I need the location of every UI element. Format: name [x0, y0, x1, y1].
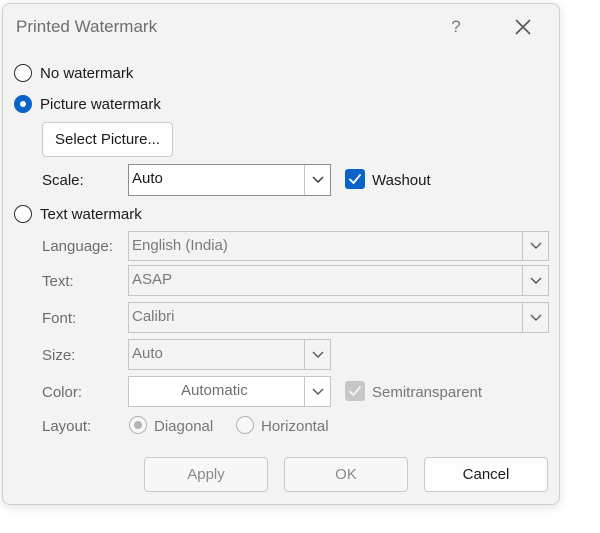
- font-label: Font:: [42, 310, 77, 327]
- language-value: English (India): [132, 237, 228, 254]
- text-combo[interactable]: ASAP: [128, 265, 549, 296]
- help-button[interactable]: ?: [441, 12, 471, 42]
- dialog-title: Printed Watermark: [16, 17, 158, 36]
- text-watermark-radio[interactable]: [14, 205, 32, 223]
- scale-value: Auto: [132, 170, 163, 187]
- scale-label: Scale:: [42, 172, 84, 189]
- size-dropdown-arrow[interactable]: [304, 340, 330, 369]
- close-icon: [515, 19, 531, 35]
- text-dropdown-arrow[interactable]: [522, 266, 548, 295]
- chevron-down-icon: [312, 388, 323, 395]
- washout-checkbox[interactable]: [345, 169, 365, 189]
- semitransparent-checkbox[interactable]: [345, 381, 365, 401]
- chevron-down-icon: [312, 176, 323, 183]
- select-picture-label: Select Picture...: [54, 131, 161, 148]
- no-watermark-radio[interactable]: [14, 64, 32, 82]
- font-value: Calibri: [132, 308, 175, 325]
- color-dropdown[interactable]: Automatic: [128, 376, 331, 407]
- language-label: Language:: [42, 238, 113, 255]
- printed-watermark-dialog: Printed Watermark ? No watermark Picture…: [2, 3, 560, 505]
- size-dropdown[interactable]: Auto: [128, 339, 331, 370]
- font-dropdown-arrow[interactable]: [522, 303, 548, 332]
- semitransparent-label[interactable]: Semitransparent: [372, 384, 482, 401]
- scale-dropdown-arrow[interactable]: [304, 165, 330, 195]
- layout-diagonal-radio[interactable]: [129, 416, 147, 434]
- layout-diagonal-label[interactable]: Diagonal: [154, 418, 213, 435]
- washout-label[interactable]: Washout: [372, 172, 431, 189]
- language-dropdown[interactable]: English (India): [128, 231, 549, 261]
- ok-button[interactable]: OK: [284, 457, 408, 492]
- picture-watermark-radio[interactable]: [14, 95, 32, 113]
- check-icon: [348, 385, 362, 397]
- no-watermark-label[interactable]: No watermark: [40, 65, 133, 82]
- layout-horizontal-radio[interactable]: [236, 416, 254, 434]
- scale-dropdown[interactable]: Auto: [128, 164, 331, 196]
- chevron-down-icon: [530, 277, 541, 284]
- cancel-button[interactable]: Cancel: [424, 457, 548, 492]
- layout-label: Layout:: [42, 418, 92, 435]
- apply-button[interactable]: Apply: [144, 457, 268, 492]
- size-label: Size:: [42, 347, 76, 364]
- color-label: Color:: [42, 384, 83, 401]
- help-icon: ?: [451, 17, 461, 36]
- chevron-down-icon: [312, 351, 323, 358]
- layout-horizontal-label[interactable]: Horizontal: [261, 418, 329, 435]
- chevron-down-icon: [530, 314, 541, 321]
- text-label: Text:: [42, 273, 74, 290]
- font-dropdown[interactable]: Calibri: [128, 302, 549, 333]
- title-bar: Printed Watermark ?: [3, 4, 559, 48]
- close-button[interactable]: [508, 12, 538, 42]
- apply-label: Apply: [187, 466, 225, 483]
- check-icon: [348, 173, 362, 185]
- size-value: Auto: [132, 345, 163, 362]
- color-dropdown-arrow[interactable]: [304, 377, 330, 406]
- color-value: Automatic: [181, 382, 248, 399]
- cancel-label: Cancel: [462, 466, 510, 483]
- chevron-down-icon: [530, 242, 541, 249]
- select-picture-button[interactable]: Select Picture...: [42, 122, 173, 157]
- text-watermark-label[interactable]: Text watermark: [40, 206, 142, 223]
- picture-watermark-label[interactable]: Picture watermark: [40, 96, 161, 113]
- ok-label: OK: [335, 466, 357, 483]
- language-dropdown-arrow[interactable]: [522, 232, 548, 260]
- text-value: ASAP: [132, 271, 173, 288]
